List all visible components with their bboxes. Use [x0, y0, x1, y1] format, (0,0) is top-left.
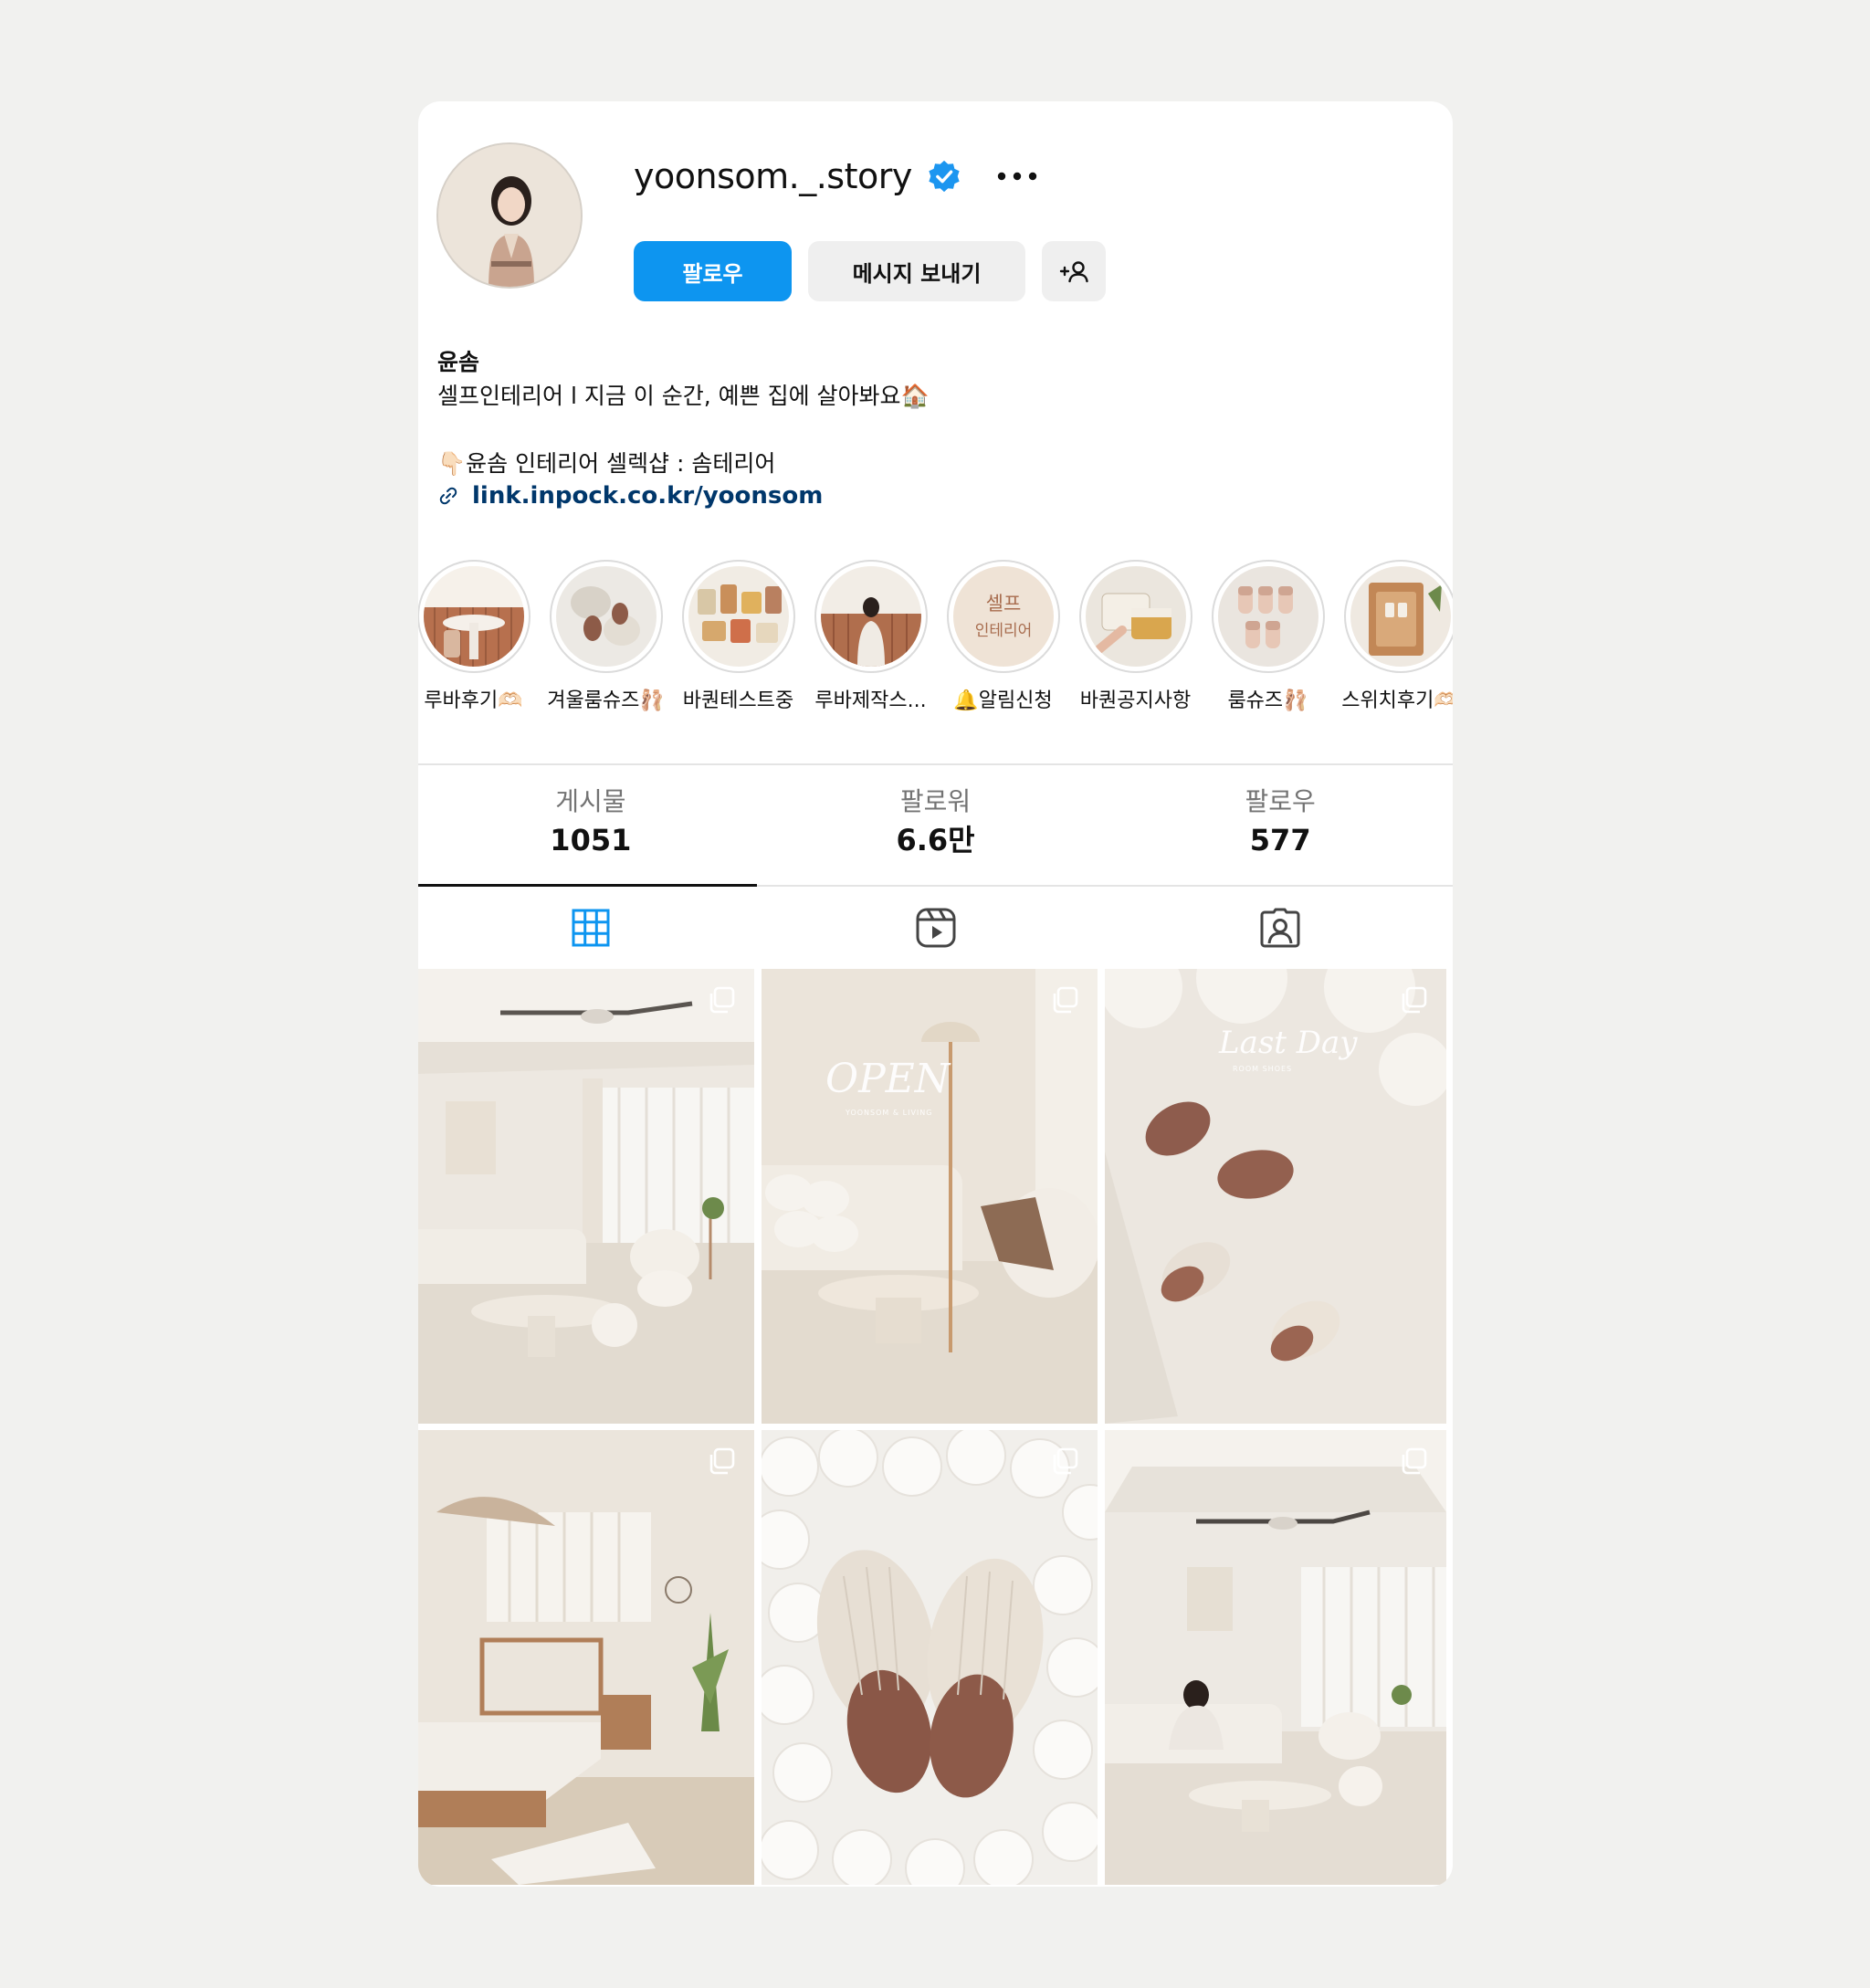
stat-followers[interactable]: 팔로워 6.6만: [763, 765, 1108, 884]
post-thumbnail[interactable]: [418, 969, 754, 1424]
post-thumbnail[interactable]: OPEN YOONSOM & LIVING: [762, 969, 1098, 1424]
stat-label: 팔로워: [899, 786, 972, 816]
carousel-icon: [1402, 1447, 1427, 1475]
highlight-cover: [1085, 566, 1186, 667]
highlight-cover-text-line-2: 인테리어: [974, 622, 1032, 640]
carousel-icon: [1053, 1447, 1078, 1475]
profile-avatar[interactable]: [436, 142, 583, 289]
highlight-item[interactable]: 셀프인테리어 🔔알림신청: [937, 560, 1069, 713]
stat-value: 577: [1249, 823, 1311, 857]
stat-label: 게시물: [555, 786, 626, 816]
highlight-cover: 셀프인테리어: [952, 566, 1054, 667]
tab-posts[interactable]: [418, 887, 763, 969]
avatar-image: [438, 144, 581, 287]
add-person-button[interactable]: [1042, 241, 1106, 301]
stat-label: 팔로우: [1245, 786, 1316, 816]
highlight-cover: [1217, 566, 1318, 667]
tab-tagged[interactable]: [1108, 887, 1453, 969]
tab-reels[interactable]: [763, 887, 1108, 969]
highlight-cover: [1350, 566, 1451, 667]
post-overlay-sub: YOONSOM & LIVING: [845, 1109, 932, 1117]
follow-button[interactable]: 팔로우: [634, 241, 792, 301]
display-name: 윤솜: [437, 349, 480, 375]
highlight-item[interactable]: 겨울룸슈즈🩰: [540, 560, 672, 713]
post-overlay-sub: ROOM SHOES: [1233, 1065, 1292, 1073]
highlight-item[interactable]: 루바후기🫶🏻: [418, 560, 540, 713]
highlight-cover-text-line-1: 셀프: [985, 593, 1021, 615]
highlight-label: 🔔알림신청: [953, 689, 1053, 712]
post-image: [1105, 1430, 1446, 1885]
profile-stats: 게시물 1051 팔로워 6.6만 팔로우 577: [418, 765, 1453, 884]
bio-text-line-2: 👇🏻윤솜 인테리어 셀렉샵 : 솜테리어: [437, 450, 776, 477]
profile-card: yoonsom._.story 팔로우 메시지 보내기 윤솜 셀프인테리어 l …: [418, 101, 1453, 1887]
post-image: [418, 1430, 754, 1885]
highlight-label: 룸슈즈🩰: [1227, 689, 1308, 712]
post-overlay-title: Last Day: [1218, 1025, 1358, 1061]
carousel-icon: [709, 1447, 735, 1475]
tagged-icon: [1260, 908, 1300, 948]
highlight-cover: [555, 566, 657, 667]
stat-value: 6.6만: [896, 823, 975, 857]
stat-following[interactable]: 팔로우 577: [1108, 765, 1453, 884]
highlight-label: 루바제작스...: [814, 689, 927, 712]
link-icon: [439, 487, 457, 505]
profile-actions: 팔로우 메시지 보내기: [634, 241, 1106, 301]
bio-link[interactable]: link.inpock.co.kr/yoonsom: [472, 482, 823, 510]
post-image: [418, 969, 754, 1424]
post-thumbnail[interactable]: [1105, 1430, 1446, 1885]
reels-icon: [916, 908, 955, 948]
highlight-label: 바퀀테스트중: [682, 689, 794, 712]
story-highlights: 루바후기🫶🏻 겨울룸슈즈🩰 바퀀테스트중 루바제작스... 셀프인테리어 🔔알림…: [418, 560, 1453, 733]
highlight-item[interactable]: 스위치후기🫶🏻: [1334, 560, 1453, 713]
highlight-cover: [423, 566, 524, 667]
add-person-icon: [1059, 261, 1088, 283]
post-image: OPEN YOONSOM & LIVING: [762, 969, 1098, 1424]
highlight-label: 스위치후기🫶🏻: [1341, 689, 1453, 712]
post-overlay-title: OPEN: [825, 1056, 951, 1102]
bio-text-line-1: 셀프인테리어 l 지금 이 순간, 예쁜 집에 살아봐요🏠: [437, 383, 930, 409]
message-button[interactable]: 메시지 보내기: [808, 241, 1025, 301]
carousel-icon: [1053, 986, 1078, 1014]
highlight-cover: [820, 566, 921, 667]
highlight-label: 바퀀공지사항: [1079, 689, 1192, 712]
post-image: [762, 1430, 1098, 1885]
highlight-item[interactable]: 루바제작스...: [804, 560, 937, 713]
profile-bio: 윤솜 셀프인테리어 l 지금 이 순간, 예쁜 집에 살아봐요🏠 👇🏻윤솜 인테…: [437, 346, 1259, 510]
highlight-label: 루바후기🫶🏻: [424, 689, 523, 712]
highlight-item[interactable]: 룸슈즈🩰: [1202, 560, 1334, 713]
bio-link-row[interactable]: link.inpock.co.kr/yoonsom: [437, 482, 1259, 510]
username-row: yoonsom._.story: [634, 149, 1040, 204]
stat-posts[interactable]: 게시물 1051: [418, 765, 763, 884]
verified-badge-icon: [929, 160, 960, 193]
highlight-cover: [688, 566, 789, 667]
stat-value: 1051: [550, 823, 632, 857]
carousel-icon: [709, 986, 735, 1014]
highlight-item[interactable]: 바퀀테스트중: [672, 560, 804, 713]
highlight-item[interactable]: 바퀀공지사항: [1069, 560, 1202, 713]
carousel-icon: [1402, 986, 1427, 1014]
highlight-label: 겨울룸슈즈🩰: [547, 689, 665, 712]
post-thumbnail[interactable]: Last Day ROOM SHOES: [1105, 969, 1446, 1424]
more-horizontal-icon[interactable]: [994, 167, 1040, 185]
grid-icon: [572, 909, 610, 947]
username: yoonsom._.story: [634, 156, 912, 196]
post-thumbnail[interactable]: [762, 1430, 1098, 1885]
post-image: Last Day ROOM SHOES: [1105, 969, 1446, 1424]
post-thumbnail[interactable]: [418, 1430, 754, 1885]
content-tabs: [418, 887, 1453, 969]
